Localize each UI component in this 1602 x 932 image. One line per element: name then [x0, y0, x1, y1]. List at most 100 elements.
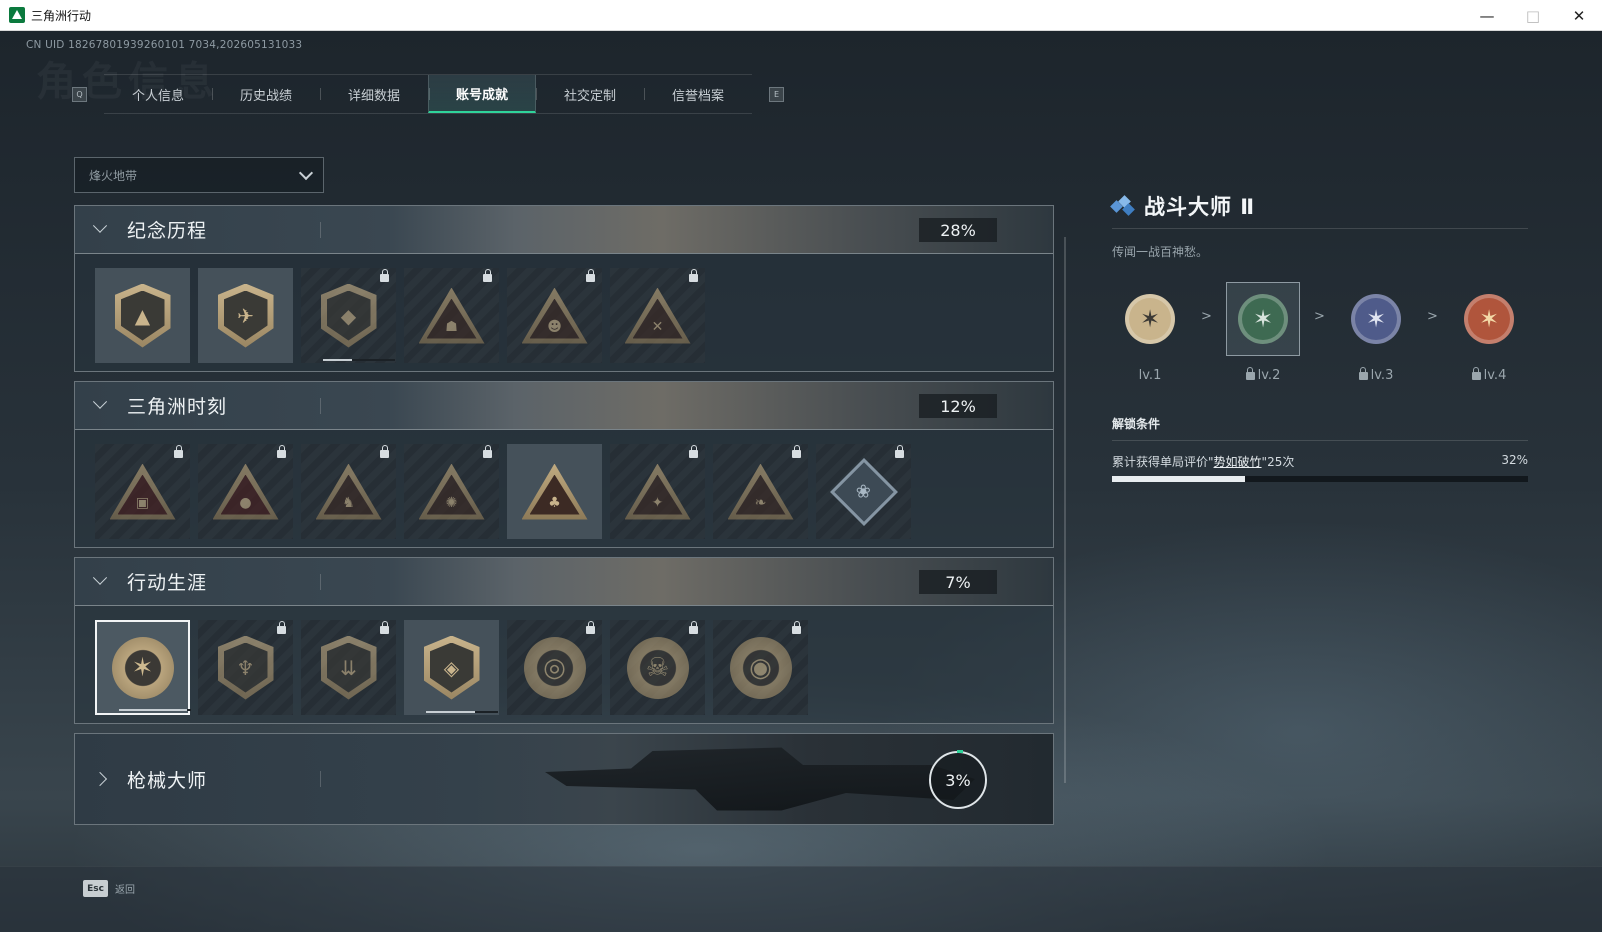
achievement-badge[interactable]: ▲ — [95, 268, 190, 363]
achievement-name: 战斗大师 Ⅱ — [1144, 194, 1256, 219]
unlock-condition: 累计获得单局评价"势如破竹"25次 32% — [1112, 453, 1528, 470]
lock-icon — [277, 445, 286, 458]
chevron-down-icon[interactable] — [92, 394, 108, 409]
level-separator: > — [1201, 309, 1212, 324]
diamond-cluster-icon — [1110, 194, 1135, 216]
shield-emblem-icon: ◆ — [320, 283, 377, 348]
title-bar: 三角洲行动 — □ ✕ — [0, 0, 1602, 31]
gem-shield-emblem-icon: ◈ — [423, 635, 480, 700]
achievement-badge[interactable]: ◆ — [301, 268, 396, 363]
lock-icon — [895, 445, 904, 458]
achievement-badge[interactable]: ◈ — [404, 620, 499, 715]
achievement-badge[interactable]: ♞ — [301, 444, 396, 539]
lock-icon — [1358, 366, 1368, 380]
section-percent: 12% — [919, 394, 997, 418]
lock-icon — [586, 621, 595, 634]
chevron-down-icon — [298, 165, 314, 181]
tab-next-key-hint[interactable]: E — [769, 86, 784, 102]
condition-percent: 32% — [1501, 453, 1528, 467]
achievement-badge[interactable]: ♣ — [507, 444, 602, 539]
lock-icon — [380, 621, 389, 634]
achievement-badge[interactable]: ✕ — [610, 268, 705, 363]
achievement-badge[interactable]: ✺ — [404, 444, 499, 539]
lock-icon — [483, 269, 492, 282]
section-title: 枪械大师 — [127, 769, 208, 792]
star-medal-icon: ✶ — [111, 636, 174, 699]
rifle-image — [545, 747, 975, 811]
tab-bar: Q 个人信息 历史战绩 详细数据 账号成就 社交定制 信誉档案 E — [72, 74, 784, 114]
rose-diamond-emblem-icon: ❀ — [829, 457, 898, 526]
chevron-down-icon[interactable] — [92, 218, 108, 233]
tab-prev-key-hint[interactable]: Q — [72, 86, 87, 102]
level-item-1[interactable]: ✶ lv.1 — [1112, 282, 1188, 383]
mode-select-dropdown[interactable]: 烽火地带 — [74, 157, 324, 193]
tab-match-history[interactable]: 历史战绩 — [212, 75, 320, 113]
maximize-button[interactable]: □ — [1510, 0, 1556, 31]
level-label: lv.2 — [1257, 368, 1281, 383]
section-header[interactable]: 行动生涯 7% — [75, 558, 1053, 606]
section-header[interactable]: 纪念历程 28% — [75, 206, 1053, 254]
tab-detailed-data[interactable]: 详细数据 — [320, 75, 428, 113]
badge-progress — [119, 709, 191, 711]
level-item-4[interactable]: ✶ lv.4 — [1451, 282, 1527, 383]
level-label: lv.3 — [1370, 368, 1394, 383]
achievement-badge[interactable]: ☠ — [610, 620, 705, 715]
team-emblem-icon: ♣ — [521, 463, 588, 520]
minimize-button[interactable]: — — [1464, 0, 1510, 31]
arrow-shield-emblem-icon: ⇊ — [320, 635, 377, 700]
lock-icon — [483, 445, 492, 458]
level-item-3[interactable]: ✶ lv.3 — [1338, 282, 1414, 383]
scrollbar[interactable] — [1064, 237, 1066, 783]
achievement-badge[interactable]: ☻ — [507, 268, 602, 363]
beast-emblem-icon: ✦ — [624, 463, 691, 520]
operator-emblem-icon: ☻ — [521, 287, 588, 344]
tab-account-achievements[interactable]: 账号成就 — [428, 75, 536, 113]
back-button[interactable]: Esc 返回 — [83, 880, 135, 897]
level-label: lv.4 — [1483, 368, 1507, 383]
level-separator: > — [1427, 309, 1438, 324]
bomb-emblem-icon: ● — [212, 463, 279, 520]
helicopter-emblem-icon: ✈ — [217, 283, 274, 348]
lock-icon — [380, 269, 389, 282]
condition-progress-bar — [1112, 476, 1528, 482]
section-header[interactable]: 枪械大师 3% — [75, 734, 1053, 824]
achievement-badge[interactable]: ▣ — [95, 444, 190, 539]
close-button[interactable]: ✕ — [1556, 0, 1602, 31]
running-soldier-emblem-icon: ♞ — [315, 463, 382, 520]
lock-icon — [792, 621, 801, 634]
lock-icon — [586, 269, 595, 282]
divider — [320, 771, 321, 787]
tab-personal-info[interactable]: 个人信息 — [104, 75, 212, 113]
chevron-down-icon[interactable] — [92, 570, 108, 585]
achievement-badge[interactable]: ◎ — [507, 620, 602, 715]
main-area: 角色信息 CN UID 18267801939260101 7034,20260… — [0, 31, 1602, 932]
achievement-badge[interactable]: ♆ — [198, 620, 293, 715]
achievement-badge[interactable]: ✈ — [198, 268, 293, 363]
achievement-badge[interactable]: ☗ — [404, 268, 499, 363]
condition-link[interactable]: 势如破竹 — [1214, 455, 1262, 469]
section-percent-ring: 3% — [929, 750, 987, 809]
achievement-badge[interactable]: ⇊ — [301, 620, 396, 715]
uid-text: CN UID 18267801939260101 7034,2026051310… — [26, 39, 303, 51]
achievement-badge[interactable]: ❀ — [816, 444, 911, 539]
section-operation-career: 行动生涯 7% ✶ ♆ ⇊ ◈ ◎ ☠ ◉ — [74, 557, 1054, 724]
section-title: 三角洲时刻 — [127, 396, 228, 418]
lock-icon — [380, 445, 389, 458]
star-medal-icon: ✶ — [1351, 294, 1401, 344]
star-medal-icon: ✶ — [1238, 294, 1288, 344]
fish-emblem-icon: ❧ — [727, 463, 794, 520]
window-title: 三角洲行动 — [31, 8, 92, 23]
section-header[interactable]: 三角洲时刻 12% — [75, 382, 1053, 430]
achievement-badge[interactable]: ◉ — [713, 620, 808, 715]
tab-reputation-record[interactable]: 信誉档案 — [644, 75, 752, 113]
achievement-badge[interactable]: ● — [198, 444, 293, 539]
tab-social-customization[interactable]: 社交定制 — [536, 75, 644, 113]
level-item-2[interactable]: ✶ lv.2 — [1225, 282, 1301, 383]
achievement-badge[interactable]: ❧ — [713, 444, 808, 539]
lock-icon — [689, 445, 698, 458]
achievement-badge-selected[interactable]: ✶ — [95, 620, 191, 715]
back-label: 返回 — [115, 885, 135, 896]
triangle-emblem-icon: ▲ — [114, 283, 171, 348]
achievement-badge[interactable]: ✦ — [610, 444, 705, 539]
chevron-right-icon[interactable] — [92, 771, 108, 787]
